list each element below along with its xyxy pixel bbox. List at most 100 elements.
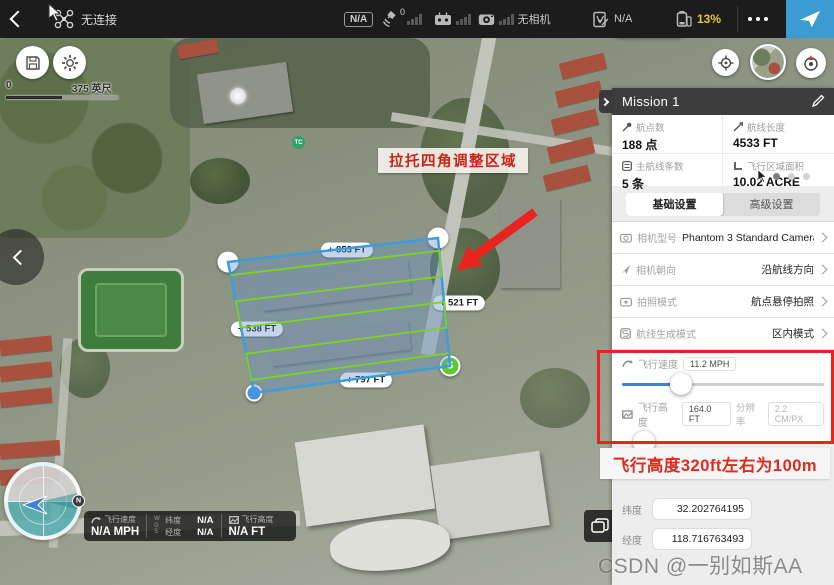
connection-status: 无连接	[81, 11, 117, 28]
flight-speed-label: 飞行速度	[638, 356, 678, 371]
lng-value: N/A	[197, 527, 213, 538]
mission-stats: 航点数 188 点 航线长度 4533 FT	[612, 115, 834, 186]
scale-start-label: 0	[6, 80, 12, 91]
ellipsis-icon	[748, 17, 768, 21]
locate-button[interactable]	[712, 49, 739, 76]
mission-panel: Mission 1 航点数 188 点	[612, 88, 834, 585]
altitude-label: 飞行高度	[242, 514, 274, 525]
battery-status-group[interactable]: 13%	[676, 0, 721, 38]
attitude-compass: N	[4, 462, 82, 540]
camera-status-group: 无相机	[478, 0, 551, 38]
polygon-handle-topright[interactable]	[428, 228, 449, 249]
edge-length-top: + 853 FT	[321, 243, 373, 258]
map-building-redroof	[551, 109, 600, 136]
gps-count: 0	[400, 7, 405, 17]
rc-signal-bars	[456, 13, 471, 25]
speed-slider-thumb[interactable]	[670, 373, 692, 395]
remote-controller-icon	[434, 12, 452, 26]
longitude-label: 经度	[622, 532, 646, 547]
waypoint-icon	[622, 122, 632, 132]
latitude-label: 纬度	[622, 502, 646, 517]
gps-satellite-icon	[380, 10, 398, 28]
mission-header: Mission 1	[612, 88, 834, 115]
flight-speed-slider[interactable]	[622, 373, 824, 395]
map-scale-bar	[6, 96, 118, 99]
gps-signal-bars	[407, 13, 422, 25]
chevron-right-icon	[818, 329, 828, 339]
compass-reset-button[interactable]	[796, 48, 826, 78]
back-icon	[10, 11, 27, 28]
takeoff-button[interactable]	[786, 0, 834, 38]
map-building-redroof	[0, 440, 60, 459]
map-layers-icon	[591, 518, 609, 534]
flight-mode-badge: N/A	[344, 0, 373, 38]
tab-basic-settings[interactable]: 基础设置	[626, 192, 723, 216]
altitude-note-banner: 飞行高度320ft左右为100m	[600, 448, 830, 479]
battery-icon	[676, 10, 692, 28]
wgs-label: WGS	[154, 516, 162, 536]
latitude-row: 纬度 32.202764195	[622, 498, 834, 520]
polygon-handle-topleft[interactable]	[218, 252, 239, 273]
stat-route-length: 航线长度 4533 FT	[723, 115, 834, 154]
altitude-icon	[229, 516, 239, 524]
polygon-handle-bottomleft[interactable]	[246, 385, 263, 402]
map-building-redroof	[559, 53, 608, 80]
route-mode-icon	[620, 328, 631, 339]
map-trees	[520, 368, 590, 428]
edge-length-right: + 521 FT	[433, 296, 485, 311]
chevron-right-icon	[818, 265, 828, 275]
resolution-label: 分辨率	[736, 400, 764, 428]
flight-speed-value[interactable]: 11.2 MPH	[683, 357, 736, 371]
flight-altitude-value[interactable]: 164.0 FT	[682, 402, 731, 426]
aircraft-connection: 无连接	[54, 0, 117, 38]
flight-altitude-icon	[622, 410, 633, 419]
checklist-status-group[interactable]: N/A	[592, 0, 632, 38]
more-button[interactable]	[748, 0, 768, 38]
map-building	[500, 198, 560, 288]
altitude-value: N/A FT	[229, 526, 274, 538]
row-route-mode[interactable]: 航线生成模式 区内模式	[612, 318, 834, 350]
lng-label: 经度	[165, 527, 189, 538]
back-button[interactable]	[12, 0, 24, 38]
chevron-left-icon	[12, 249, 28, 265]
tab-advanced-settings[interactable]: 高级设置	[723, 192, 820, 216]
edit-mission-button[interactable]	[812, 94, 825, 107]
lat-label: 纬度	[165, 515, 189, 526]
latitude-input[interactable]: 32.202764195	[652, 498, 752, 520]
row-camera-heading[interactable]: 相机朝向 沿航线方向	[612, 254, 834, 286]
save-icon	[25, 55, 41, 71]
panel-collapse-tab[interactable]	[599, 90, 613, 113]
save-mission-button[interactable]	[16, 46, 49, 79]
mouse-cursor-white	[48, 3, 62, 23]
polygon-start-handle[interactable]: S	[440, 356, 461, 377]
map-annotation-note: 拉托四角调整区域	[378, 148, 528, 173]
chevron-right-icon	[818, 297, 828, 307]
settings-button[interactable]	[53, 46, 86, 79]
main-lines-icon	[622, 161, 632, 171]
map-trees	[190, 158, 250, 204]
camera-signal-bars	[499, 13, 514, 25]
row-camera-model[interactable]: 相机型号 Phantom 3 Standard Camera	[612, 222, 834, 254]
map-building-redroof	[543, 165, 592, 192]
battery-percent: 13%	[697, 12, 721, 26]
map-building-white	[295, 424, 436, 526]
flight-speed-icon	[622, 359, 633, 368]
row-capture-mode[interactable]: 拍照模式 航点悬停拍照	[612, 286, 834, 318]
map-building-white	[430, 451, 549, 541]
scale-end-label: 375 英尺	[72, 80, 111, 95]
telemetry-gps: WGS 纬度N/A 经度N/A	[147, 511, 220, 541]
flight-sliders-section: 飞行速度 11.2 MPH 飞行高度 164.0 FT 分辨率 2.2 CM/P…	[612, 350, 834, 443]
minimap-thumbnail	[752, 46, 784, 78]
longitude-input[interactable]: 118.716763493	[652, 528, 752, 550]
minimap-button[interactable]	[750, 44, 786, 80]
compass-icon	[802, 54, 820, 72]
aircraft-arrow-icon	[22, 494, 48, 516]
flight-altitude-label: 飞行高度	[638, 399, 677, 429]
edge-length-left: + 538 FT	[231, 322, 283, 337]
camera-status: 无相机	[518, 11, 551, 27]
camera-heading-icon	[620, 264, 631, 275]
stat-main-lines: 主航线条数 5 条	[612, 154, 723, 193]
telemetry-altitude: 飞行高度 N/A FT	[222, 511, 281, 541]
compass-north-badge: N	[72, 495, 85, 508]
stats-page-dots[interactable]	[773, 173, 810, 180]
